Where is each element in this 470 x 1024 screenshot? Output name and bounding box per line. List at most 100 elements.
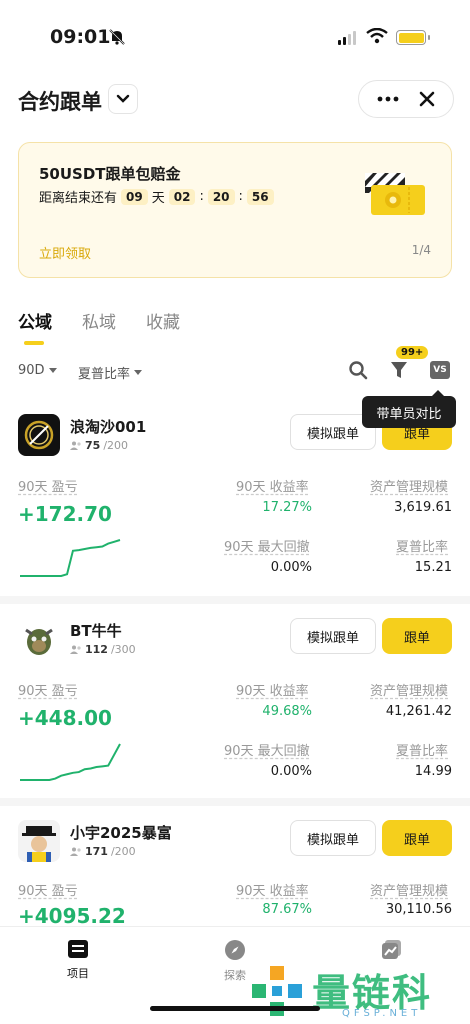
bell-muted-icon (108, 28, 126, 50)
pnl-value: +4095.22 (18, 904, 126, 926)
users-icon (70, 847, 81, 856)
search-icon[interactable] (348, 360, 368, 380)
trader-card[interactable]: 小宇2025暴富 171/200 模拟跟单 跟单 90天 盈亏 90天 收益率 … (0, 820, 470, 926)
mdd-value: 0.00% (270, 560, 312, 575)
simulate-follow-button[interactable]: 模拟跟单 (290, 618, 376, 654)
compare-vs-icon[interactable]: VS (430, 361, 450, 379)
tab-favorites[interactable]: 收藏 (146, 308, 180, 343)
follower-count: 171/200 (70, 845, 136, 858)
sparkline-line (20, 539, 121, 577)
countdown-sep: : (238, 189, 243, 204)
follow-button[interactable]: 跟单 (382, 618, 452, 654)
aum-label: 资产管理规模 (370, 884, 449, 899)
avatar (18, 820, 60, 862)
roi-label: 90天 收益率 (236, 684, 309, 699)
dropdown-arrow-icon (48, 368, 57, 373)
aum-label: 资产管理规模 (370, 684, 449, 699)
trader-name: BT牛牛 (70, 622, 122, 640)
watermark-logo-icon (252, 966, 302, 1016)
sharpe-value: 14.99 (414, 764, 452, 779)
claim-link[interactable]: 立即领取 (39, 243, 91, 262)
coupon-ticket-icon (365, 173, 425, 215)
countdown-minutes: 20 (207, 188, 235, 205)
sort-filter[interactable]: 夏普比率 (78, 363, 143, 382)
follower-current: 112 (85, 643, 108, 656)
aum-value: 3,619.61 (394, 500, 452, 515)
aum-label: 资产管理规模 (370, 480, 449, 495)
title-dropdown-button[interactable] (108, 84, 138, 114)
pnl-label: 90天 盈亏 (18, 684, 78, 699)
status-bar: 09:01 (0, 0, 470, 70)
simulate-follow-button[interactable]: 模拟跟单 (290, 820, 376, 856)
tab-public[interactable]: 公域 (18, 308, 52, 345)
follow-button[interactable]: 跟单 (382, 820, 452, 856)
roi-label: 90天 收益率 (236, 884, 309, 899)
tab-private[interactable]: 私域 (82, 308, 116, 343)
trader-card[interactable]: BT牛牛 112/300 模拟跟单 跟单 90天 盈亏 90天 收益率 资产管理… (0, 618, 470, 818)
roi-value: 49.68% (262, 704, 312, 719)
chart-icon (382, 940, 401, 959)
pnl-value: +448.00 (18, 706, 112, 730)
home-indicator (150, 1006, 320, 1011)
countdown-hours: 02 (168, 188, 196, 205)
follower-capacity: /300 (110, 643, 136, 656)
promo-banner[interactable]: 50USDT跟单包赔金 距离结束还有 09 天 02 : 20 : 56 立即领… (18, 142, 452, 278)
page-title: 合约跟单 (18, 90, 102, 114)
countdown-days: 09 (121, 188, 148, 205)
banner-title: 50USDT跟单包赔金 (39, 165, 181, 183)
status-time: 09:01 (50, 26, 111, 48)
watermark: 量链科技 QFSP.NET (250, 962, 470, 1024)
nav-label: 项目 (67, 967, 89, 980)
pnl-label: 90天 盈亏 (18, 884, 78, 899)
follower-capacity: /200 (103, 439, 129, 452)
trader-name: 小宇2025暴富 (70, 824, 172, 842)
filter-bar: 90D 夏普比率 99+ VS (18, 346, 452, 388)
countdown-days-unit: 天 (151, 191, 165, 206)
trader-name: 浪淘沙001 (70, 418, 147, 436)
chevron-down-icon (116, 94, 130, 103)
aum-value: 41,261.42 (385, 704, 452, 719)
trader-card[interactable]: 浪淘沙001 75/200 模拟跟单 跟单 90天 盈亏 90天 收益率 资产管… (0, 414, 470, 614)
countdown-sep: : (199, 189, 204, 204)
main-tabs: 公域 私域 收藏 (18, 308, 180, 345)
users-icon (70, 645, 81, 654)
pnl-value: +172.70 (18, 502, 112, 526)
more-icon[interactable] (377, 95, 399, 103)
signal-icon (338, 31, 356, 45)
mdd-label: 90天 最大回撤 (224, 540, 310, 555)
period-filter[interactable]: 90D (18, 363, 57, 378)
mdd-label: 90天 最大回撤 (224, 744, 310, 759)
avatar (18, 414, 60, 456)
follower-count: 112/300 (70, 643, 136, 656)
pnl-sparkline (20, 539, 121, 577)
follower-capacity: /200 (110, 845, 136, 858)
sharpe-label: 夏普比率 (396, 540, 449, 555)
sharpe-label: 夏普比率 (396, 744, 449, 759)
compare-tooltip: 带单员对比 (362, 390, 456, 428)
nav-label: 探索 (224, 969, 246, 982)
users-icon (70, 441, 81, 450)
battery-icon (396, 30, 430, 45)
countdown-seconds: 56 (246, 188, 274, 205)
countdown-label: 距离结束还有 (39, 191, 118, 206)
divider (0, 798, 470, 806)
pnl-label: 90天 盈亏 (18, 480, 78, 495)
filter-count-badge: 99+ (396, 346, 429, 359)
close-icon[interactable] (419, 91, 435, 107)
list-icon (68, 940, 88, 958)
compass-icon (225, 940, 245, 960)
wifi-icon (366, 27, 388, 48)
sparkline-line (20, 743, 121, 781)
dropdown-arrow-icon (134, 370, 143, 375)
avatar (18, 618, 60, 660)
mdd-value: 0.00% (270, 764, 312, 779)
roi-value: 87.67% (262, 902, 312, 917)
follower-current: 75 (85, 439, 101, 452)
countdown: 距离结束还有 09 天 02 : 20 : 56 (39, 187, 274, 206)
follower-current: 171 (85, 845, 108, 858)
filter-funnel-icon[interactable] (390, 360, 408, 380)
nav-item-projects[interactable]: 项目 (48, 939, 108, 981)
pnl-sparkline (20, 743, 121, 781)
period-filter-label: 90D (18, 363, 45, 378)
divider (0, 596, 470, 604)
